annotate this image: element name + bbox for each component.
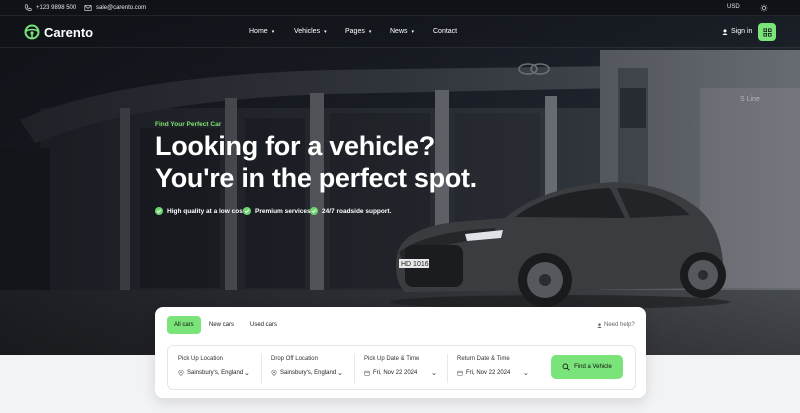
search-fields: Pick Up Location Sainsbury's, England ⌄ … bbox=[167, 345, 636, 390]
field-label: Pick Up Date & Time bbox=[364, 356, 420, 362]
sign-in-label: Sign in bbox=[731, 28, 753, 35]
field-value-text: Fri, Nov 22 2024 bbox=[373, 370, 418, 376]
search-icon bbox=[562, 363, 570, 371]
pickup-date-field[interactable]: Pick Up Date & Time Fri, Nov 22 2024 ⌄ bbox=[354, 346, 447, 391]
calendar-icon bbox=[457, 370, 463, 376]
field-value: Fri, Nov 22 2024 bbox=[457, 370, 510, 376]
nav-item-home[interactable]: Home ▾ bbox=[249, 28, 274, 35]
phone-icon bbox=[24, 4, 32, 11]
field-value-text: Fri, Nov 22 2024 bbox=[466, 370, 511, 376]
check-circle-icon bbox=[310, 207, 318, 215]
main-navigation: Carento Home ▾ Vehicles ▾ Pages ▾ News ▾ Con… bbox=[0, 16, 800, 48]
logo-text: Carento bbox=[44, 24, 94, 40]
vehicle-search-card: All cars New cars Used cars Need help? P… bbox=[155, 307, 646, 398]
chevron-down-icon: ▾ bbox=[324, 28, 327, 35]
license-plate: HD 1016 bbox=[401, 261, 429, 268]
feature-item: High quality at a low cost. bbox=[155, 207, 247, 215]
pickup-location-field[interactable]: Pick Up Location Sainsbury's, England ⌄ bbox=[168, 346, 260, 391]
steering-wheel-icon bbox=[24, 24, 40, 40]
sun-icon bbox=[760, 4, 768, 12]
nav-item-label: Contact bbox=[433, 28, 458, 35]
chevron-down-icon: ▾ bbox=[271, 28, 275, 35]
nav-item-label: Vehicles bbox=[294, 28, 321, 35]
chevron-down-icon: ⌄ bbox=[337, 370, 343, 377]
tab-used-cars[interactable]: Used cars bbox=[243, 316, 284, 334]
need-help-link[interactable]: Need help? bbox=[597, 322, 635, 328]
email-address: sale@carento.com bbox=[96, 5, 147, 11]
nav-item-contact[interactable]: Contact bbox=[433, 28, 457, 35]
currency-label: USD bbox=[727, 4, 740, 10]
field-value: Sainsbury's, England bbox=[178, 370, 243, 376]
chevron-down-icon: ⌄ bbox=[431, 370, 437, 377]
nav-item-news[interactable]: News ▾ bbox=[390, 28, 414, 35]
mail-icon bbox=[84, 5, 92, 11]
nav-item-label: News bbox=[390, 28, 408, 35]
feature-label: High quality at a low cost. bbox=[167, 207, 247, 215]
chevron-down-icon: ▾ bbox=[411, 28, 415, 35]
field-value-text: Sainsbury's, England bbox=[187, 370, 244, 376]
return-date-field[interactable]: Return Date & Time Fri, Nov 22 2024 ⌄ bbox=[447, 346, 540, 391]
phone-number: +123 9898 500 bbox=[36, 5, 77, 11]
nav-item-label: Home bbox=[249, 28, 268, 35]
check-circle-icon bbox=[243, 207, 251, 215]
chevron-down-icon: ⌄ bbox=[523, 370, 529, 377]
feature-item: Premium services bbox=[243, 207, 311, 215]
check-circle-icon bbox=[155, 207, 163, 215]
field-label: Pick Up Location bbox=[178, 356, 224, 362]
site-logo[interactable]: Carento bbox=[24, 24, 93, 40]
nav-item-pages[interactable]: Pages ▾ bbox=[345, 28, 371, 35]
find-vehicle-button[interactable]: Find a Vehicle bbox=[551, 355, 623, 379]
tab-all-cars[interactable]: All cars bbox=[167, 316, 201, 334]
nav-item-vehicles[interactable]: Vehicles ▾ bbox=[294, 28, 327, 35]
top-bar: +123 9898 500 sale@carento.com USD bbox=[0, 0, 800, 16]
phone-contact[interactable]: +123 9898 500 bbox=[24, 4, 76, 12]
feature-label: Premium services bbox=[255, 207, 311, 215]
find-vehicle-label: Find a Vehicle bbox=[574, 364, 612, 370]
need-help-label: Need help? bbox=[604, 322, 635, 328]
hero-headline-line1: Looking for a vehicle? bbox=[155, 131, 435, 161]
user-icon bbox=[722, 28, 728, 35]
field-label: Drop Off Location bbox=[271, 356, 318, 362]
field-value: Sainsbury's, England bbox=[271, 370, 336, 376]
dropoff-location-field[interactable]: Drop Off Location Sainsbury's, England ⌄ bbox=[261, 346, 354, 391]
field-value: Fri, Nov 22 2024 bbox=[364, 370, 417, 376]
field-label: Return Date & Time bbox=[457, 356, 510, 362]
grid-icon bbox=[762, 27, 772, 37]
chevron-down-icon: ▾ bbox=[368, 28, 372, 35]
theme-toggle[interactable] bbox=[760, 4, 768, 12]
nav-item-label: Pages bbox=[345, 28, 365, 35]
feature-label: 24/7 roadside support. bbox=[322, 207, 392, 215]
hero-headline-line2: You're in the perfect spot. bbox=[155, 163, 477, 193]
location-pin-icon bbox=[178, 370, 184, 376]
tab-new-cars[interactable]: New cars bbox=[202, 316, 241, 334]
calendar-icon bbox=[364, 370, 370, 376]
currency-selector[interactable]: USD bbox=[727, 4, 740, 10]
field-value-text: Sainsbury's, England bbox=[280, 370, 337, 376]
chevron-down-icon: ⌄ bbox=[244, 370, 250, 377]
hero-eyebrow: Find Your Perfect Car bbox=[155, 121, 222, 128]
email-contact[interactable]: sale@carento.com bbox=[84, 4, 146, 12]
user-icon bbox=[597, 322, 602, 328]
sign-in-link[interactable]: Sign in bbox=[722, 28, 752, 35]
feature-item: 24/7 roadside support. bbox=[310, 207, 391, 215]
menu-grid-button[interactable] bbox=[758, 23, 776, 41]
location-pin-icon bbox=[271, 370, 277, 376]
